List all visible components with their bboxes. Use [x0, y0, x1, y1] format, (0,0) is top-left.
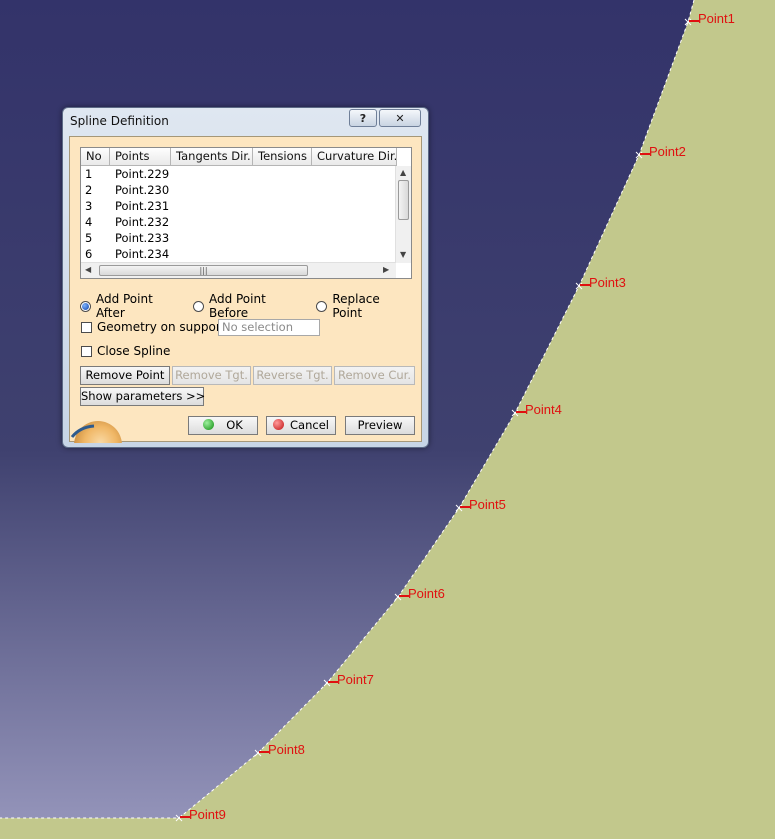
- scroll-up-icon[interactable]: ▲: [400, 168, 406, 178]
- table-row[interactable]: 3 Point.231: [81, 198, 230, 214]
- table-row[interactable]: 6 Point.234: [81, 246, 230, 262]
- add-before-label[interactable]: Add Point Before: [209, 292, 308, 320]
- scroll-left-icon[interactable]: ◀: [85, 265, 91, 275]
- remove-point-button[interactable]: Remove Point: [80, 366, 170, 385]
- row-no: 1: [85, 167, 93, 181]
- table-row[interactable]: 5 Point.233: [81, 230, 230, 246]
- cancel-label: Cancel: [290, 418, 329, 432]
- vertical-scrollbar[interactable]: ▲ ▼: [395, 166, 411, 263]
- row-point: Point.229: [115, 167, 170, 181]
- add-after-radio[interactable]: [80, 300, 91, 312]
- col-curvature[interactable]: Curvature Dir.: [312, 148, 397, 166]
- add-after-label[interactable]: Add Point After: [96, 292, 185, 320]
- row-no: 6: [85, 247, 93, 261]
- ok-label: OK: [226, 418, 243, 432]
- close-spline-checkbox[interactable]: [81, 346, 92, 357]
- replace-point-label[interactable]: Replace Point: [332, 292, 413, 320]
- row-no: 5: [85, 231, 93, 245]
- point-label[interactable]: Point1: [698, 11, 735, 26]
- points-table[interactable]: No Points Tangents Dir. Tensions Curvatu…: [80, 147, 412, 279]
- globe-logo-icon: [70, 421, 122, 443]
- point-label[interactable]: Point8: [268, 742, 305, 757]
- table-row[interactable]: 4 Point.232: [81, 214, 230, 230]
- ok-button[interactable]: OK: [188, 416, 258, 435]
- geometry-on-support-label[interactable]: Geometry on support: [97, 320, 225, 334]
- point-label[interactable]: Point9: [189, 807, 226, 822]
- row-no: 2: [85, 183, 93, 197]
- col-points[interactable]: Points: [110, 148, 171, 166]
- row-point: Point.234: [115, 247, 170, 261]
- replace-point-radio[interactable]: [316, 300, 328, 312]
- ok-icon: [203, 419, 215, 430]
- dialog-body: No Points Tangents Dir. Tensions Curvatu…: [69, 136, 422, 443]
- point-label[interactable]: Point6: [408, 586, 445, 601]
- vertical-scroll-thumb[interactable]: [398, 180, 409, 220]
- remove-tangent-button[interactable]: Remove Tgt.: [172, 366, 251, 385]
- col-no[interactable]: No: [81, 148, 110, 166]
- row-point: Point.230: [115, 183, 170, 197]
- point-label[interactable]: Point2: [649, 144, 686, 159]
- close-spline-label[interactable]: Close Spline: [97, 344, 170, 358]
- horizontal-scrollbar[interactable]: ◀ ||| ▶: [81, 262, 396, 278]
- geometry-on-support-checkbox[interactable]: [81, 322, 92, 333]
- scroll-right-icon[interactable]: ▶: [383, 265, 389, 275]
- cancel-button[interactable]: Cancel: [266, 416, 336, 435]
- point-label[interactable]: Point3: [589, 275, 626, 290]
- row-point: Point.233: [115, 231, 170, 245]
- col-tangents[interactable]: Tangents Dir.: [171, 148, 253, 166]
- insert-mode-group: Add Point After Add Point Before Replace…: [80, 292, 421, 320]
- row-no: 4: [85, 215, 93, 229]
- row-point: Point.232: [115, 215, 170, 229]
- table-row[interactable]: 2 Point.230: [81, 182, 230, 198]
- reverse-tangent-button[interactable]: Reverse Tgt.: [253, 366, 332, 385]
- row-point: Point.231: [115, 199, 170, 213]
- spline-definition-dialog: Spline Definition ? ✕ No Points Tangents…: [62, 107, 429, 448]
- add-before-radio[interactable]: [193, 300, 204, 312]
- cancel-icon: [273, 419, 285, 430]
- scroll-down-icon[interactable]: ▼: [400, 250, 406, 260]
- support-selection-field[interactable]: No selection: [218, 319, 320, 336]
- help-button[interactable]: ?: [349, 109, 377, 127]
- close-button[interactable]: ✕: [379, 109, 421, 127]
- col-tensions[interactable]: Tensions: [253, 148, 312, 166]
- preview-button[interactable]: Preview: [345, 416, 415, 435]
- point-label[interactable]: Point5: [469, 497, 506, 512]
- table-row[interactable]: 1 Point.229: [81, 166, 230, 182]
- row-no: 3: [85, 199, 93, 213]
- point-label[interactable]: Point4: [525, 402, 562, 417]
- point-label[interactable]: Point7: [337, 672, 374, 687]
- horizontal-scroll-thumb[interactable]: |||: [99, 265, 308, 276]
- dialog-title: Spline Definition: [70, 114, 169, 128]
- table-header: No Points Tangents Dir. Tensions Curvatu…: [81, 148, 397, 166]
- remove-curvature-button[interactable]: Remove Cur.: [334, 366, 415, 385]
